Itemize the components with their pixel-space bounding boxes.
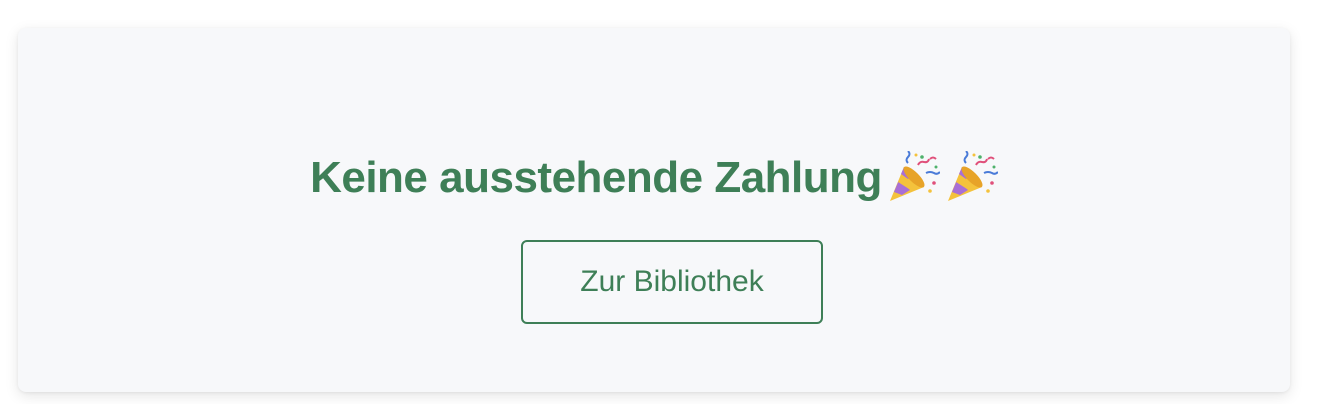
page: Keine ausstehende Zahlung Zur Bibliothek: [0, 0, 1326, 404]
party-popper-icon: [944, 151, 998, 205]
go-to-library-button[interactable]: Zur Bibliothek: [521, 240, 823, 324]
payment-status-card: Keine ausstehende Zahlung Zur Bibliothek: [18, 28, 1290, 392]
page-title: Keine ausstehende Zahlung: [310, 153, 882, 202]
headline-row: Keine ausstehende Zahlung: [18, 150, 1290, 206]
party-popper-icon: [886, 151, 940, 205]
